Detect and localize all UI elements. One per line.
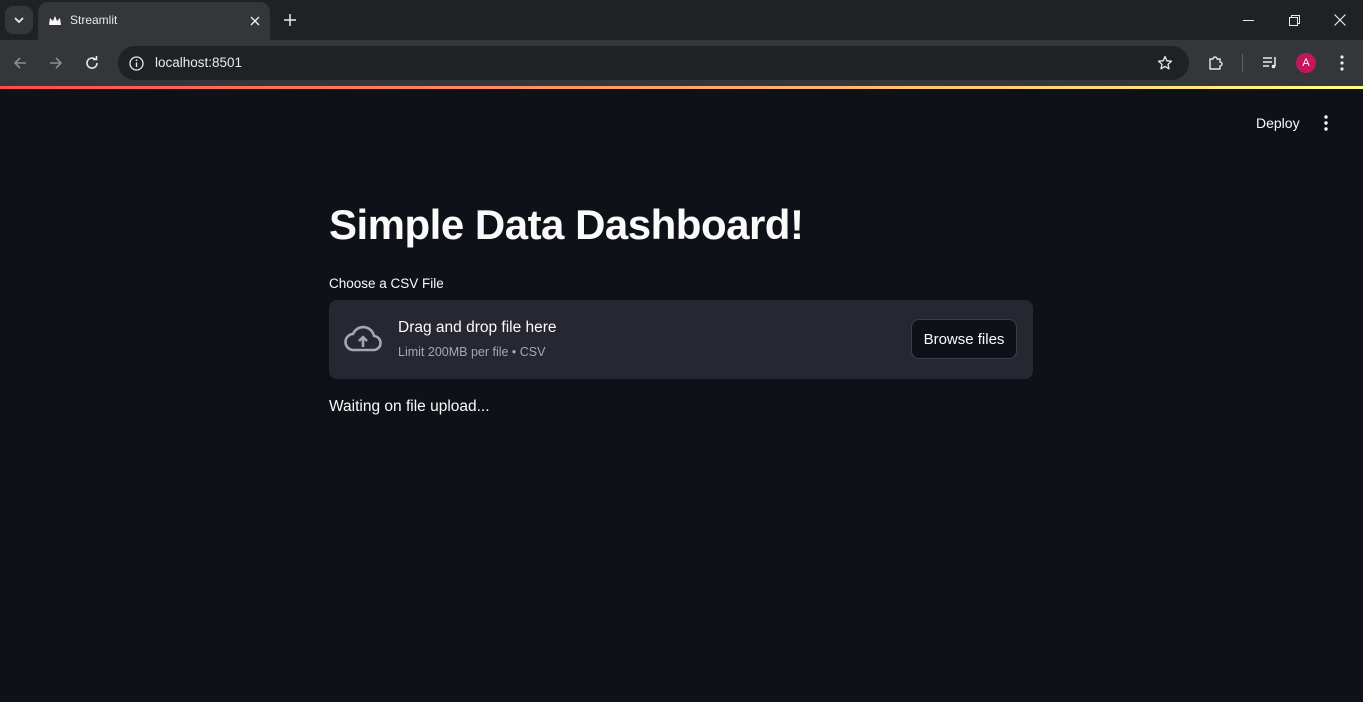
new-tab-button[interactable]: [278, 8, 302, 32]
toolbar-separator: [1242, 54, 1243, 72]
reload-button[interactable]: [80, 51, 104, 75]
file-uploader-label: Choose a CSV File: [329, 276, 444, 291]
restore-icon: [1288, 14, 1300, 26]
extensions-icon: [1209, 56, 1223, 70]
browse-files-button[interactable]: Browse files: [911, 319, 1017, 359]
minimize-button[interactable]: [1225, 0, 1271, 40]
cloud-upload-icon: [344, 325, 382, 352]
media-controls-button[interactable]: [1258, 51, 1282, 75]
address-bar[interactable]: localhost:8501: [118, 46, 1189, 80]
streamlit-app: Deploy Simple Data Dashboard! Choose a C…: [0, 89, 1363, 702]
dropzone-limit-text: Limit 200MB per file • CSV: [398, 345, 546, 359]
streamlit-crown-icon: [49, 16, 61, 25]
tab-close-button[interactable]: [246, 12, 264, 30]
file-dropzone[interactable]: Drag and drop file here Limit 200MB per …: [329, 300, 1033, 379]
star-icon: [1157, 55, 1173, 70]
site-info-button[interactable]: [126, 53, 146, 73]
tab-title: Streamlit: [70, 13, 118, 27]
dropzone-instructions: Drag and drop file here: [398, 319, 557, 336]
window-close-button[interactable]: [1317, 0, 1363, 40]
upload-status-text: Waiting on file upload...: [329, 398, 490, 415]
close-icon: [250, 16, 260, 26]
extensions-button[interactable]: [1204, 51, 1228, 75]
kebab-menu-icon: [1340, 55, 1344, 71]
back-icon: [13, 57, 26, 69]
tab-streamlit[interactable]: Streamlit: [38, 2, 270, 40]
main-menu-button[interactable]: [1315, 111, 1337, 135]
plus-icon: [284, 14, 296, 26]
close-icon: [1334, 14, 1346, 26]
reload-icon: [86, 56, 98, 69]
media-icon: [1263, 57, 1276, 69]
deploy-button[interactable]: Deploy: [1246, 111, 1310, 135]
browser-tabstrip: Streamlit: [0, 0, 1363, 40]
minimize-icon: [1242, 19, 1254, 21]
chevron-down-icon: [14, 17, 24, 24]
browser-menu-button[interactable]: [1330, 51, 1354, 75]
browser-toolbar: localhost:8501 A: [0, 40, 1363, 86]
restore-button[interactable]: [1271, 0, 1317, 40]
tab-search-button[interactable]: [5, 6, 33, 34]
bookmark-button[interactable]: [1155, 53, 1175, 73]
forward-icon: [50, 57, 63, 69]
info-icon: [128, 55, 144, 71]
url-text[interactable]: localhost:8501: [155, 55, 242, 70]
back-button[interactable]: [8, 51, 32, 75]
profile-avatar[interactable]: A: [1296, 53, 1316, 73]
forward-button[interactable]: [44, 51, 68, 75]
kebab-menu-icon: [1324, 115, 1328, 131]
page-title: Simple Data Dashboard!: [329, 201, 804, 248]
